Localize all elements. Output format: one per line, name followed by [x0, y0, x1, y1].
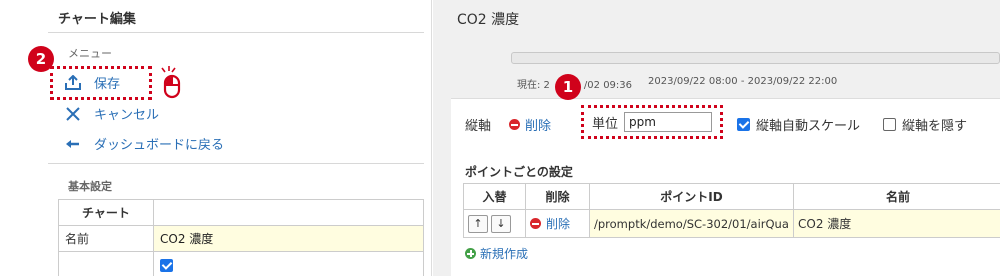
- checkbox-cell: [153, 251, 424, 276]
- col-header-swap: 入替: [463, 183, 526, 210]
- points-settings-label: ポイントごとの設定: [465, 165, 573, 179]
- axis-label: 縦軸: [465, 119, 492, 134]
- point-name-field[interactable]: CO2 濃度: [793, 209, 1000, 238]
- cancel-button[interactable]: キャンセル: [64, 104, 159, 123]
- auto-scale-label: 縦軸自動スケール: [756, 119, 861, 134]
- arrow-left-icon: [64, 136, 82, 152]
- axis-delete-button[interactable]: 削除: [509, 115, 551, 134]
- close-icon: [64, 106, 82, 122]
- swap-cell: ↑ ↓: [463, 209, 526, 238]
- time-range-slider[interactable]: [511, 52, 1000, 64]
- hide-axis-checkbox[interactable]: [883, 118, 896, 131]
- axis-settings-area: 縦軸 削除 単位 縦軸自動スケール 縦軸を隠す ポイントごとの設定 入替 削除 …: [451, 98, 1000, 276]
- col-header-point-id: ポイントID: [589, 183, 794, 210]
- move-down-button[interactable]: ↓: [491, 214, 511, 233]
- auto-scale-checkbox[interactable]: [737, 118, 750, 131]
- unit-input[interactable]: [624, 112, 713, 132]
- now-label: 現在: 2: [517, 80, 550, 91]
- table-row: ↑ ↓ 削除 /promptk/demo/SC-302/01/airQua CO2…: [463, 209, 1000, 238]
- back-to-dashboard-link[interactable]: ダッシュボードに戻る: [64, 134, 224, 153]
- col-header-delete: 削除: [525, 183, 590, 210]
- table-header-chart: チャート: [58, 199, 154, 226]
- auto-scale-option[interactable]: 縦軸自動スケール: [737, 115, 860, 134]
- new-create-button[interactable]: 新規作成: [465, 245, 528, 262]
- minus-circle-icon: [530, 218, 541, 229]
- left-panel: チャート編集 メニュー 保存 キャンセル ダッシュボードに戻る 基本設定 チャー…: [0, 0, 432, 276]
- time-range-text: 2023/09/22 08:00 - 2023/09/22 22:00: [648, 76, 838, 87]
- step-badge-1: 1: [555, 74, 581, 100]
- menu-label: メニュー: [68, 47, 112, 60]
- divider: [48, 163, 424, 164]
- save-highlight-box: [50, 66, 152, 100]
- point-id-field[interactable]: /promptk/demo/SC-302/01/airQua: [589, 209, 794, 238]
- now-value: /02 09:36: [583, 80, 633, 91]
- name-field[interactable]: CO2 濃度: [153, 225, 424, 252]
- col-header-name: 名前: [793, 183, 1000, 210]
- chart-title: CO2 濃度: [457, 12, 520, 28]
- checkbox[interactable]: [160, 258, 173, 272]
- move-up-button[interactable]: ↑: [468, 214, 488, 233]
- unit-label: 単位: [592, 116, 619, 132]
- delete-cell: 削除: [525, 209, 590, 238]
- row-label: [58, 251, 154, 276]
- step-badge-2: 2: [28, 46, 54, 72]
- table-row: [58, 251, 424, 276]
- point-delete-label: 削除: [546, 217, 571, 231]
- right-panel: CO2 濃度 現在: 2/02 09:36 2023/09/22 08:00 -…: [433, 0, 1000, 276]
- point-delete-button[interactable]: 削除: [530, 215, 585, 232]
- table-header-empty: [153, 199, 424, 226]
- minus-circle-icon: [509, 119, 521, 130]
- hide-axis-label: 縦軸を隠す: [902, 119, 968, 134]
- points-table: 入替 削除 ポイントID 名前 ↑ ↓ 削除 /promptk/demo/SC-3…: [463, 183, 1000, 238]
- divider: [48, 32, 424, 33]
- table-row: 名前 CO2 濃度: [58, 225, 424, 252]
- basic-settings-label: 基本設定: [68, 180, 112, 193]
- cancel-label: キャンセル: [94, 108, 160, 123]
- settings-table: チャート 名前 CO2 濃度: [58, 199, 424, 276]
- new-create-label: 新規作成: [480, 247, 529, 261]
- back-label: ダッシュボードに戻る: [94, 138, 225, 153]
- unit-highlight-box: 単位: [581, 105, 724, 139]
- mouse-click-icon: [158, 66, 190, 104]
- panel-title: チャート編集: [58, 12, 136, 27]
- axis-delete-label: 削除: [525, 119, 552, 134]
- hide-axis-option[interactable]: 縦軸を隠す: [883, 115, 967, 134]
- axis-row: 縦軸 削除: [465, 115, 551, 134]
- plus-circle-icon: [465, 248, 476, 259]
- name-label: 名前: [58, 225, 154, 252]
